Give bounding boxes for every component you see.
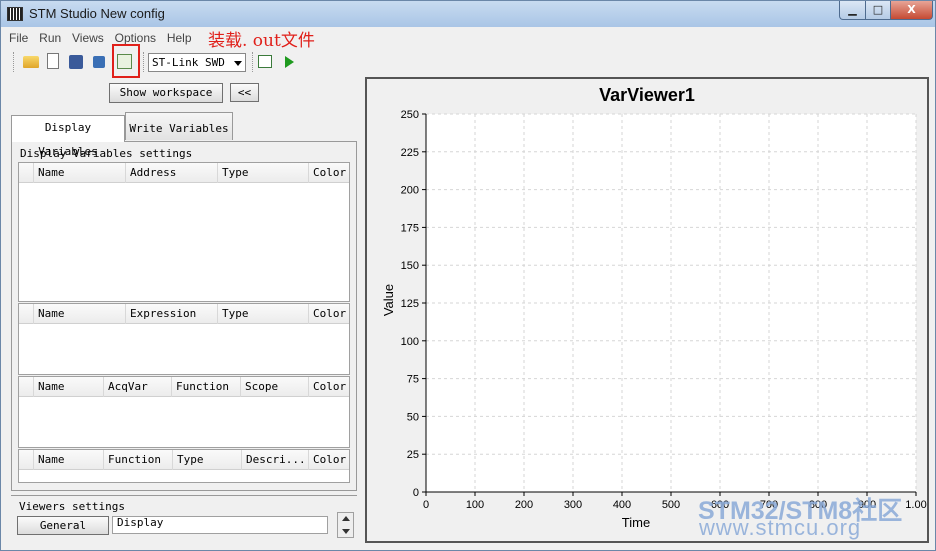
y-tick-label: 125 xyxy=(401,298,419,310)
y-tick-label: 0 xyxy=(413,487,419,499)
y-tick-label: 50 xyxy=(407,411,419,423)
annotation-label: 装载. out文件 xyxy=(208,31,315,51)
save-as-icon[interactable] xyxy=(69,55,83,69)
x-tick-label: 100 xyxy=(466,499,484,511)
viewers-settings: Viewers settings General Display xyxy=(11,495,357,541)
column-header[interactable]: Expression xyxy=(125,304,217,324)
run-icon[interactable] xyxy=(285,56,294,68)
highlight-box xyxy=(112,44,140,78)
y-tick-label: 225 xyxy=(401,147,419,159)
menu-run[interactable]: Run xyxy=(39,28,61,48)
scroll-spinner[interactable] xyxy=(337,512,354,538)
column-header[interactable]: Color xyxy=(308,163,349,183)
acquisition-table[interactable]: Name AcqVar Function Scope Color xyxy=(18,376,350,448)
probe-select[interactable]: ST-Link SWD xyxy=(148,53,246,72)
save-icon[interactable] xyxy=(93,56,105,68)
display-field[interactable]: Display xyxy=(112,516,328,534)
toolbar-separator xyxy=(13,52,14,72)
left-panel: Show workspace << Display Variables Writ… xyxy=(8,77,359,542)
menu-file[interactable]: File xyxy=(9,28,28,48)
new-file-icon[interactable] xyxy=(47,53,59,69)
chart-plot[interactable]: 0 100 200 300 400 500 600 700 800 900 1.0002550751… xyxy=(367,79,927,541)
x-tick-label: 400 xyxy=(613,499,631,511)
column-header[interactable]: Color xyxy=(308,377,349,397)
menu-views[interactable]: Views xyxy=(72,28,104,48)
column-header[interactable]: Scope xyxy=(240,377,308,397)
column-header[interactable]: Color xyxy=(308,304,349,324)
column-header[interactable]: Function xyxy=(171,377,240,397)
x-axis-label: Time xyxy=(622,515,650,530)
column-header[interactable]: Name xyxy=(33,163,125,183)
chevron-up-icon[interactable] xyxy=(342,516,350,521)
column-header[interactable]: Descri... xyxy=(241,450,308,470)
app-icon xyxy=(7,7,23,21)
column-header[interactable]: Name xyxy=(33,304,125,324)
title-bar[interactable]: STM Studio New config ▁ □ X xyxy=(1,1,935,27)
viewers-title: Viewers settings xyxy=(19,500,125,513)
general-button[interactable]: General xyxy=(17,516,109,535)
column-header[interactable]: Address xyxy=(125,163,217,183)
column-header[interactable]: Name xyxy=(33,377,103,397)
y-axis-label: Value xyxy=(381,284,396,316)
tab-write-variables[interactable]: Write Variables xyxy=(125,112,233,140)
column-header[interactable]: Function xyxy=(103,450,172,470)
menu-bar: File Run Views Options Help xyxy=(9,28,199,48)
x-tick-label: 500 xyxy=(662,499,680,511)
maximize-button[interactable]: □ xyxy=(865,1,891,20)
column-header[interactable]: AcqVar xyxy=(103,377,171,397)
x-tick-label: 200 xyxy=(515,499,533,511)
toolbar-separator xyxy=(143,52,144,72)
show-workspace-button[interactable]: Show workspace xyxy=(109,83,223,103)
y-tick-label: 25 xyxy=(407,449,419,461)
tab-content: Display Variables settings Name Address … xyxy=(11,141,357,491)
column-header[interactable]: Name xyxy=(33,450,103,470)
chevron-down-icon[interactable] xyxy=(342,529,350,534)
toolbar-separator xyxy=(252,52,253,72)
table-header: Name Function Type Descri... Color xyxy=(19,450,349,470)
expressions-table[interactable]: Name Expression Type Color xyxy=(18,303,350,375)
collapse-button[interactable]: << xyxy=(230,83,259,102)
config-icon[interactable] xyxy=(258,55,272,68)
column-header[interactable]: Type xyxy=(172,450,241,470)
x-tick-label: 300 xyxy=(564,499,582,511)
chevron-down-icon xyxy=(234,61,242,66)
menu-help[interactable]: Help xyxy=(167,28,192,48)
y-tick-label: 100 xyxy=(401,336,419,348)
probe-select-value: ST-Link SWD xyxy=(152,56,225,69)
y-tick-label: 75 xyxy=(407,374,419,386)
variables-table[interactable]: Name Address Type Color xyxy=(18,162,350,302)
y-tick-label: 200 xyxy=(401,185,419,197)
y-tick-label: 150 xyxy=(401,260,419,272)
table-header: Name Expression Type Color xyxy=(19,304,349,324)
tab-display-variables[interactable]: Display Variables xyxy=(11,115,125,158)
watermark-url: www.stmcu.org xyxy=(699,515,862,540)
y-tick-label: 250 xyxy=(401,109,419,121)
column-header[interactable]: Type xyxy=(217,163,309,183)
column-header[interactable]: Type xyxy=(217,304,309,324)
open-folder-icon[interactable] xyxy=(23,56,39,68)
toolbar: ST-Link SWD xyxy=(9,44,929,78)
table-header: Name AcqVar Function Scope Color xyxy=(19,377,349,397)
app-window: STM Studio New config ▁ □ X File Run Vie… xyxy=(0,0,936,551)
column-header[interactable]: Color xyxy=(308,450,349,470)
close-button[interactable]: X xyxy=(890,1,933,20)
window-title: STM Studio New config xyxy=(29,6,165,21)
table-header: Name Address Type Color xyxy=(19,163,349,183)
y-tick-label: 175 xyxy=(401,222,419,234)
minimize-button[interactable]: ▁ xyxy=(839,1,866,20)
functions-table[interactable]: Name Function Type Descri... Color xyxy=(18,449,350,483)
x-tick-label: 1.00 xyxy=(905,499,926,511)
x-tick-label: 0 xyxy=(423,499,429,511)
var-viewer: VarViewer1 0 100 200 300 400 500 600 700 800 900 1… xyxy=(365,77,929,543)
